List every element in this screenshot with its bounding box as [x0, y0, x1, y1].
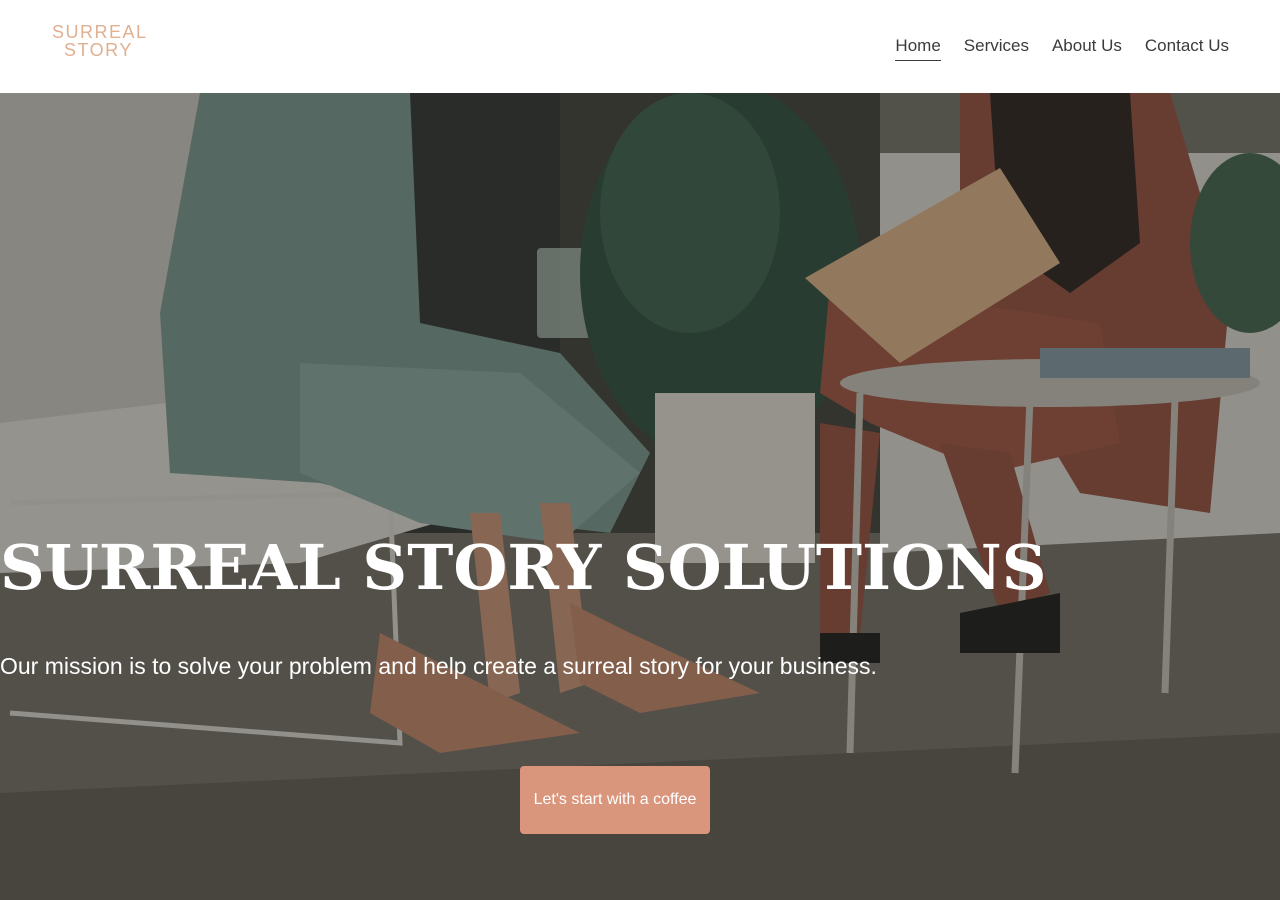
- nav-contact-us-link[interactable]: Contact Us: [1145, 36, 1229, 61]
- site-logo[interactable]: SURREAL STORY: [52, 22, 148, 60]
- hero-title: SURREAL STORY SOLUTIONS: [0, 531, 1047, 604]
- logo-line-1: SURREAL: [52, 22, 148, 42]
- hero-section: SURREAL STORY SOLUTIONS Our mission is t…: [0, 93, 1280, 900]
- nav-services-link[interactable]: Services: [964, 36, 1029, 61]
- hero-subtitle: Our mission is to solve your problem and…: [0, 653, 877, 679]
- main-nav: Home Services About Us Contact Us: [895, 36, 1229, 61]
- nav-about-us-link[interactable]: About Us: [1052, 36, 1122, 61]
- site-header: SURREAL STORY Home Services About Us Con…: [0, 0, 1280, 93]
- nav-home-link[interactable]: Home: [895, 36, 941, 61]
- start-coffee-button[interactable]: Let's start with a coffee: [520, 766, 710, 834]
- logo-line-2: STORY: [64, 40, 133, 60]
